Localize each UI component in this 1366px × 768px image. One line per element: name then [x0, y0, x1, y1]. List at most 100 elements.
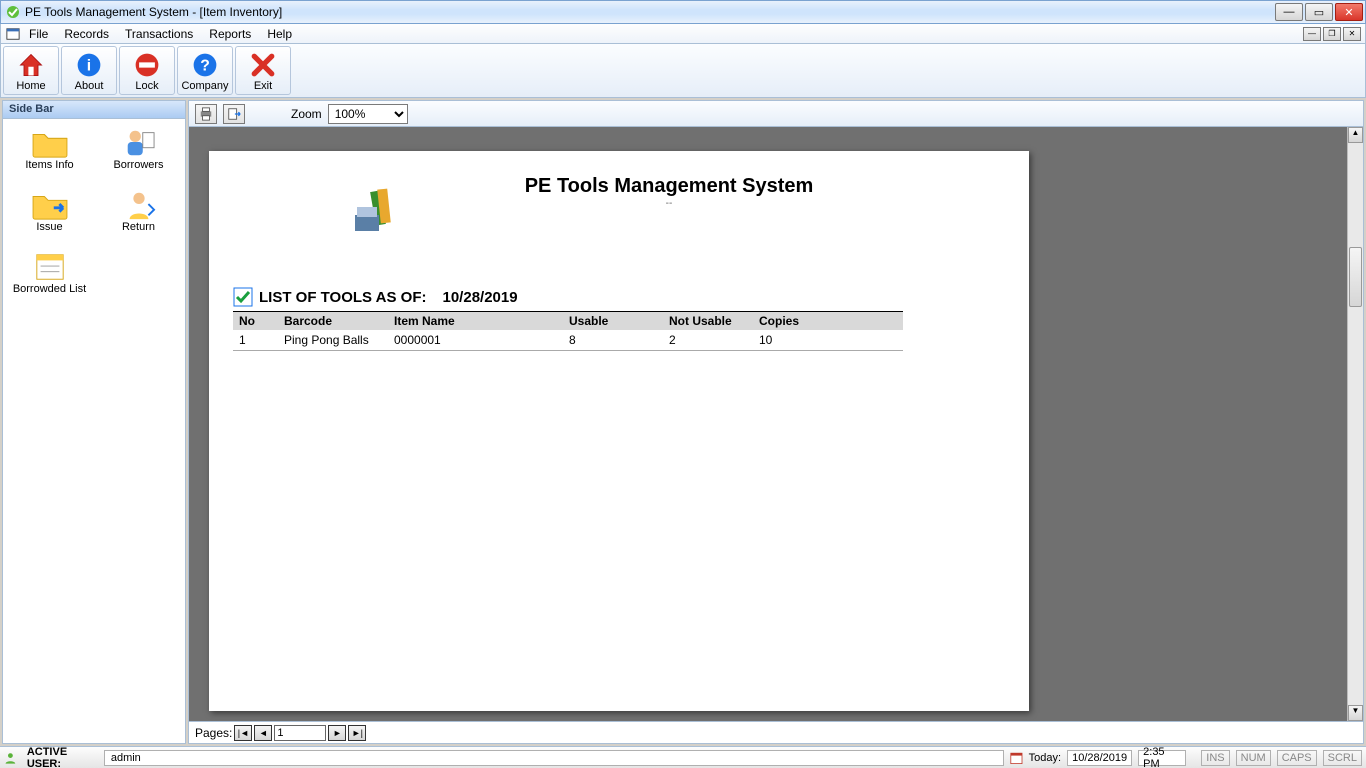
zoom-label: Zoom	[291, 107, 322, 121]
status-date: 10/28/2019	[1067, 750, 1132, 766]
statusbar: ACTIVE USER: admin Today: 10/28/2019 2:3…	[0, 746, 1366, 768]
about-button[interactable]: i About	[61, 46, 117, 95]
question-icon: ?	[191, 51, 219, 79]
scroll-down-button[interactable]: ▼	[1348, 705, 1363, 721]
list-of-tools-label: LIST OF TOOLS AS OF:	[259, 289, 427, 306]
report-viewer: Zoom 100% PE Tools Management System -- …	[188, 100, 1364, 744]
print-button[interactable]	[195, 104, 217, 124]
cell-copies: 10	[753, 330, 903, 351]
cell-no: 1	[233, 330, 278, 351]
sidebar-item-label: Borrowded List	[13, 283, 86, 295]
cell-usable: 8	[563, 330, 663, 351]
no-entry-icon	[133, 51, 161, 79]
col-item-name: Item Name	[388, 312, 563, 331]
mdi-minimize-button[interactable]: —	[1303, 27, 1321, 41]
window-titlebar: PE Tools Management System - [Item Inven…	[0, 0, 1366, 24]
sidebar-item-label: Issue	[36, 221, 62, 233]
today-label: Today:	[1029, 752, 1061, 764]
user-icon	[4, 751, 17, 765]
menu-help[interactable]: Help	[259, 26, 300, 42]
home-button[interactable]: Home	[3, 46, 59, 95]
zoom-select[interactable]: 100%	[328, 104, 408, 124]
company-label: Company	[181, 80, 228, 92]
info-icon: i	[75, 51, 103, 79]
as-of-date: 10/28/2019	[443, 289, 518, 306]
window-title: PE Tools Management System - [Item Inven…	[25, 5, 1275, 19]
printer-icon	[199, 107, 213, 121]
report-subtitle: --	[333, 198, 1005, 209]
svg-text:i: i	[87, 57, 91, 74]
sidebar-item-borrowed-list[interactable]: Borrowded List	[9, 251, 90, 295]
table-header-row: No Barcode Item Name Usable Not Usable C…	[233, 312, 903, 331]
exit-icon	[249, 51, 277, 79]
menubar-icon	[5, 27, 21, 41]
col-not-usable: Not Usable	[663, 312, 753, 331]
scroll-thumb[interactable]	[1349, 247, 1362, 307]
pager-last-button[interactable]: ►|	[348, 725, 366, 741]
pager-next-button[interactable]: ►	[328, 725, 346, 741]
person-return-icon	[120, 189, 158, 221]
report-title: PE Tools Management System	[333, 175, 1005, 198]
window-close-button[interactable]: ✕	[1335, 3, 1363, 21]
export-button[interactable]	[223, 104, 245, 124]
active-user-box: admin	[104, 750, 1004, 766]
col-no: No	[233, 312, 278, 331]
report-page: PE Tools Management System -- LIST OF TO…	[209, 151, 1029, 711]
lock-label: Lock	[135, 80, 158, 92]
company-button[interactable]: ? Company	[177, 46, 233, 95]
mdi-restore-button[interactable]: ❐	[1323, 27, 1341, 41]
lock-button[interactable]: Lock	[119, 46, 175, 95]
sidebar-item-items-info[interactable]: Items Info	[9, 127, 90, 171]
menu-records[interactable]: Records	[56, 26, 117, 42]
svg-text:?: ?	[200, 57, 210, 74]
menu-transactions[interactable]: Transactions	[117, 26, 201, 42]
main-toolbar: Home i About Lock ? Company Exit	[0, 44, 1366, 98]
scroll-up-button[interactable]: ▲	[1348, 127, 1363, 143]
folder-icon	[31, 127, 69, 159]
folder-out-icon	[31, 189, 69, 221]
vertical-scrollbar[interactable]: ▲ ▼	[1347, 127, 1363, 721]
pager: Pages: |◄ ◄ ► ►|	[189, 721, 1363, 743]
app-icon	[5, 4, 21, 20]
home-icon	[17, 51, 45, 79]
indicator-caps: CAPS	[1277, 750, 1317, 766]
report-table: No Barcode Item Name Usable Not Usable C…	[233, 311, 903, 351]
table-row: 1 Ping Pong Balls 0000001 8 2 10	[233, 330, 903, 351]
status-time: 2:35 PM	[1138, 750, 1185, 766]
list-check-icon	[233, 287, 253, 307]
sidebar-item-return[interactable]: Return	[98, 189, 179, 233]
report-toolbar: Zoom 100%	[189, 101, 1363, 127]
sidebar-item-label: Borrowers	[113, 159, 163, 171]
indicator-scrl: SCRL	[1323, 750, 1362, 766]
exit-button[interactable]: Exit	[235, 46, 291, 95]
pager-label: Pages:	[195, 726, 232, 740]
pager-current-input[interactable]	[274, 725, 326, 741]
sidebar-title: Side Bar	[3, 101, 185, 119]
list-icon	[31, 251, 69, 283]
window-minimize-button[interactable]: —	[1275, 3, 1303, 21]
cell-barcode: Ping Pong Balls	[278, 330, 388, 351]
pager-prev-button[interactable]: ◄	[254, 725, 272, 741]
home-label: Home	[16, 80, 45, 92]
menu-file[interactable]: File	[21, 26, 56, 42]
active-user-label: ACTIVE USER:	[27, 746, 98, 768]
sidebar-item-label: Items Info	[25, 159, 73, 171]
cell-not-usable: 2	[663, 330, 753, 351]
active-user-value: admin	[111, 752, 141, 764]
menu-reports[interactable]: Reports	[201, 26, 259, 42]
exit-label: Exit	[254, 80, 272, 92]
mdi-close-button[interactable]: ✕	[1343, 27, 1361, 41]
indicator-ins: INS	[1201, 750, 1229, 766]
pager-first-button[interactable]: |◄	[234, 725, 252, 741]
person-notebook-icon	[120, 127, 158, 159]
col-copies: Copies	[753, 312, 903, 331]
sidebar-item-issue[interactable]: Issue	[9, 189, 90, 233]
about-label: About	[75, 80, 104, 92]
report-logo-icon	[349, 185, 405, 241]
sidebar-item-borrowers[interactable]: Borrowers	[98, 127, 179, 171]
sidebar: Side Bar Items Info Borrowers Issue Retu…	[2, 100, 186, 744]
col-usable: Usable	[563, 312, 663, 331]
cell-item-name: 0000001	[388, 330, 563, 351]
export-icon	[227, 107, 241, 121]
window-maximize-button[interactable]: ▭	[1305, 3, 1333, 21]
